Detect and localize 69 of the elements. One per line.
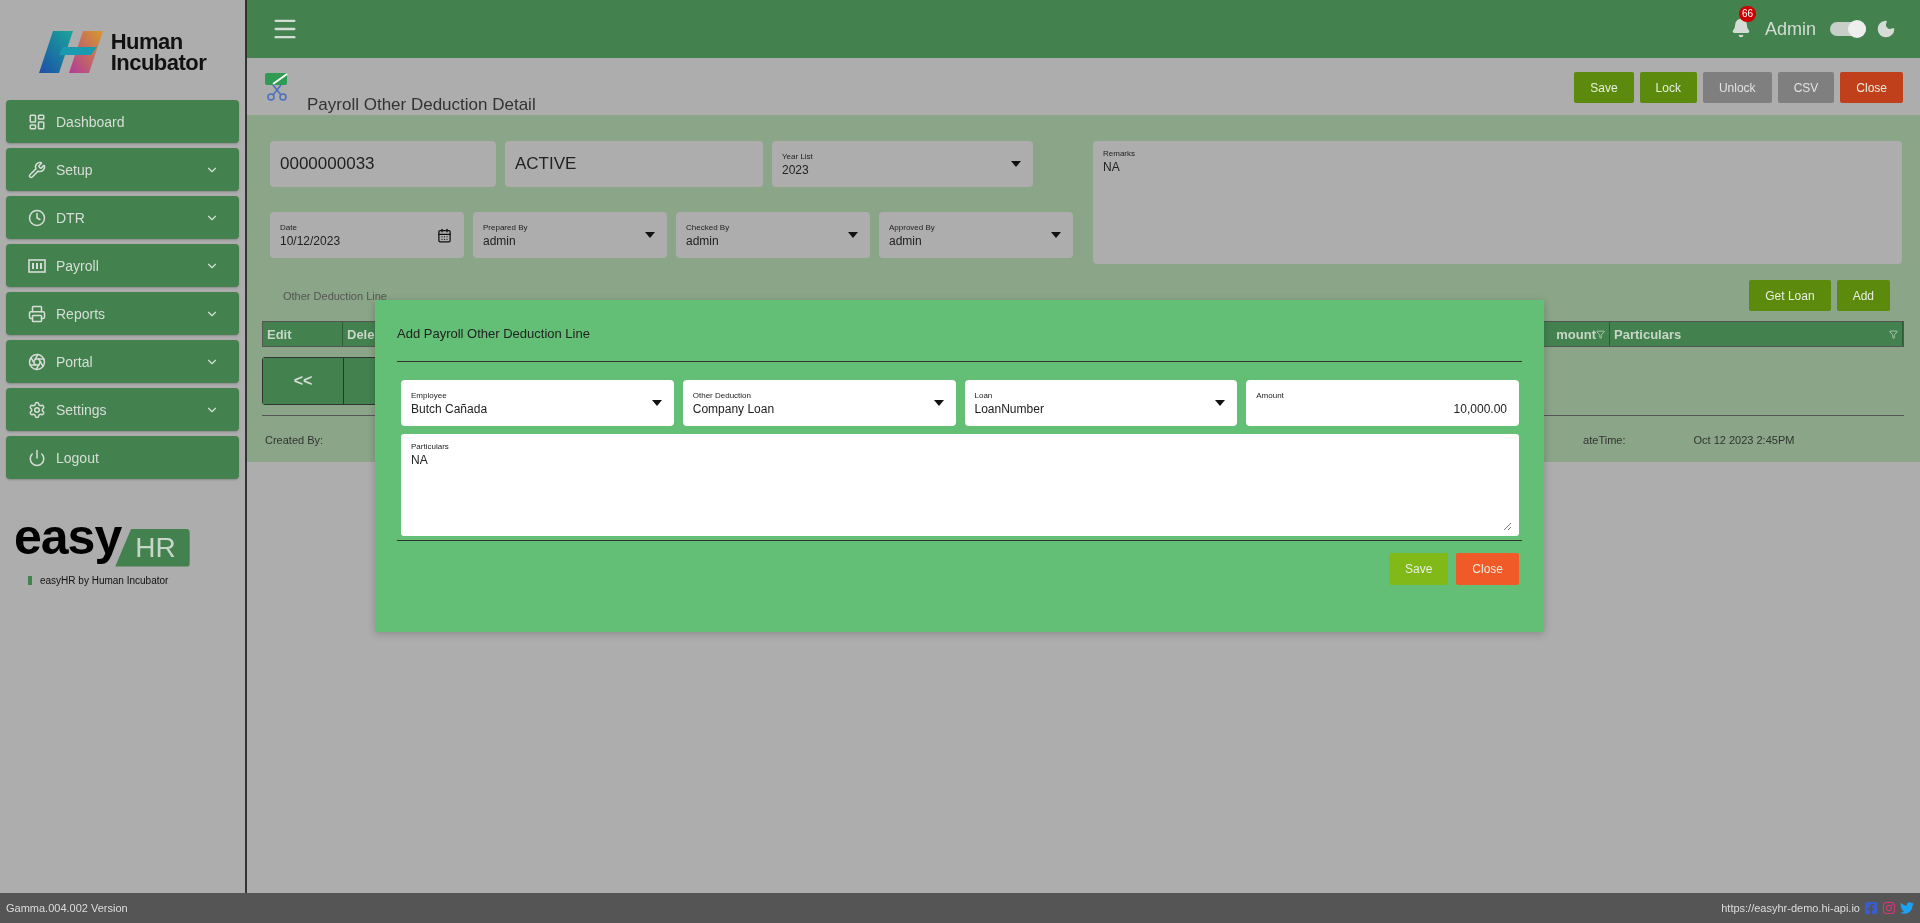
modal-button[interactable]: Save xyxy=(1388,553,1449,585)
action-button[interactable]: Add xyxy=(1836,280,1890,311)
select-field[interactable]: Employee Butch Cañada xyxy=(401,380,674,426)
logo-icon xyxy=(38,29,105,75)
aperture-icon xyxy=(28,352,46,371)
action-button[interactable]: Lock xyxy=(1639,72,1697,103)
caret-icon xyxy=(848,232,858,238)
sidebar-item[interactable]: Settings xyxy=(6,388,239,431)
filter-icon[interactable] xyxy=(1596,329,1605,339)
logo-caption: easyHR by Human Incubator xyxy=(40,574,169,586)
caret-icon xyxy=(933,400,944,406)
meta-value: Oct 12 2023 2:45PM xyxy=(1693,434,1795,446)
dashboard-icon xyxy=(28,112,46,131)
remarks-field[interactable]: Remarks NA xyxy=(1093,141,1902,264)
select-field[interactable]: Prepared By admin xyxy=(473,212,667,258)
select-field[interactable]: Loan LoanNumber xyxy=(964,380,1238,426)
calendar-icon xyxy=(437,227,452,243)
twitter-icon[interactable] xyxy=(1900,901,1914,915)
theme-toggle[interactable] xyxy=(1830,22,1866,36)
caret-icon xyxy=(1051,232,1061,238)
column-header[interactable]: Particulars xyxy=(1610,322,1903,346)
column-header[interactable]: Edit xyxy=(263,322,343,346)
meta-label: ateTime: xyxy=(1583,434,1626,446)
caret-icon xyxy=(645,232,655,238)
date-field[interactable]: Date 10/12/2023 xyxy=(270,212,464,258)
moon-icon xyxy=(1876,19,1896,39)
instagram-icon[interactable] xyxy=(1882,901,1896,915)
caption-bar-icon xyxy=(28,575,32,585)
pager-button[interactable]: << xyxy=(263,358,344,404)
sidebar-item[interactable]: Setup xyxy=(6,148,239,191)
notification-badge: 66 xyxy=(1738,6,1757,22)
caret-icon xyxy=(1011,161,1021,167)
bell-icon[interactable] xyxy=(1730,18,1751,38)
action-button[interactable]: Close xyxy=(1840,72,1903,103)
section-title: Other Deduction Line xyxy=(283,289,388,302)
meta-label: Created By: xyxy=(265,434,324,446)
modal-button[interactable]: Close xyxy=(1456,553,1519,585)
input-field[interactable]: Amount 10,000.00 xyxy=(1246,380,1519,426)
clock-icon xyxy=(28,208,46,227)
sidebar-item[interactable]: Logout xyxy=(6,436,239,479)
sidebar-item[interactable]: DTR xyxy=(6,196,239,239)
select-field[interactable]: Year List 2023 xyxy=(772,141,1033,187)
action-button[interactable]: Save xyxy=(1574,72,1634,103)
site-link[interactable]: https://easyhr-demo.hi-api.io xyxy=(1721,902,1860,914)
input-field[interactable]: 0000000033 xyxy=(270,141,496,187)
caret-icon xyxy=(1215,400,1226,406)
resize-handle-icon[interactable] xyxy=(1503,522,1511,530)
modal-title: Add Payroll Other Deduction Line xyxy=(397,326,591,341)
brand-name: Human Incubator xyxy=(110,31,207,73)
settings-icon xyxy=(28,400,46,419)
input-field[interactable]: ACTIVE xyxy=(505,141,763,187)
printer-icon xyxy=(28,304,46,323)
action-button[interactable]: Get Loan xyxy=(1749,280,1831,311)
select-field[interactable]: Checked By admin xyxy=(676,212,870,258)
select-field[interactable]: Approved By admin xyxy=(879,212,1073,258)
filter-icon[interactable] xyxy=(1889,329,1898,339)
sidebar-item[interactable]: Reports xyxy=(6,292,239,335)
sidebar-item[interactable]: Payroll xyxy=(6,244,239,287)
sidebar-item[interactable]: Dashboard xyxy=(6,100,239,143)
particulars-field[interactable]: Particulars NA xyxy=(401,434,1519,536)
power-icon xyxy=(28,448,46,467)
version-text: Gamma.004.002 Version xyxy=(6,902,128,914)
caret-icon xyxy=(651,400,662,406)
sidebar-item[interactable]: Portal xyxy=(6,340,239,383)
select-field[interactable]: Other Deduction Company Loan xyxy=(682,380,956,426)
page-title: Payroll Other Deduction Detail xyxy=(307,95,536,115)
user-name[interactable]: Admin xyxy=(1764,18,1816,40)
wrench-icon xyxy=(28,160,46,179)
money-counter-icon xyxy=(28,258,46,273)
